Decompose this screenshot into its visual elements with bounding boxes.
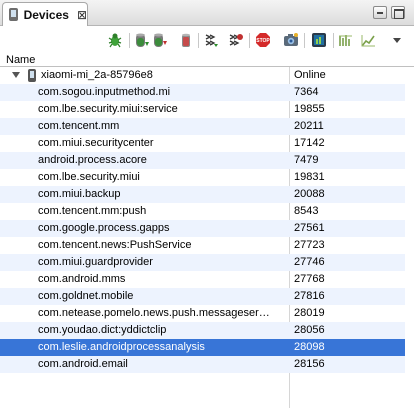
tab-devices[interactable]: Devices ⊠ (2, 2, 88, 26)
view-hierarchy-icon (312, 33, 326, 47)
list-item[interactable]: com.android.mms 27768 (0, 271, 414, 288)
toolbar-separator (198, 33, 199, 48)
column-header: Name (0, 54, 414, 67)
toolbar-separator (333, 33, 334, 48)
list-item-selected[interactable]: com.leslie.androidprocessanalysis 28098 (0, 339, 414, 356)
stop-icon: STOP (256, 33, 270, 47)
trash-icon (182, 33, 190, 47)
toolbar-separator (129, 33, 130, 48)
list-item[interactable]: com.tencent.mm 20211 (0, 118, 414, 135)
process-pid: 27561 (294, 222, 325, 234)
screen-capture-button[interactable] (283, 32, 299, 48)
list-item[interactable]: com.youdao.dict:yddictclip 28056 (0, 322, 414, 339)
minimize-button[interactable] (373, 6, 387, 19)
process-pid: 17142 (294, 137, 325, 149)
devices-toolbar: STOP (0, 26, 414, 54)
close-icon[interactable]: ⊠ (77, 8, 87, 22)
device-status: Online (294, 69, 326, 81)
process-name: android.process.acore (38, 154, 147, 166)
process-name: com.miui.backup (38, 188, 121, 200)
process-name: com.tencent.mm (38, 120, 120, 132)
list-item[interactable]: com.goldnet.mobile 27816 (0, 288, 414, 305)
process-name: com.sogou.inputmethod.mi (38, 86, 171, 98)
camera-icon (284, 33, 298, 46)
tab-devices-label: Devices (23, 7, 69, 22)
process-pid: 20211 (294, 120, 324, 132)
device-icon (7, 8, 19, 21)
view-tab-bar: Devices ⊠ (0, 0, 414, 26)
process-pid: 7364 (294, 86, 319, 98)
list-item[interactable]: com.android.email 28156 (0, 356, 414, 373)
toolbar-separator (249, 33, 250, 48)
list-item[interactable]: com.netease.pomelo.news.push.messageser…… (0, 305, 414, 322)
update-heap-button[interactable] (134, 32, 150, 48)
expand-twisty-icon[interactable] (12, 72, 20, 78)
list-item[interactable]: android.process.acore 7479 (0, 152, 414, 169)
process-pid: 27768 (294, 273, 325, 285)
process-pid: 7479 (294, 154, 319, 166)
process-pid: 27816 (294, 290, 325, 302)
opengl-trace-icon (361, 35, 375, 47)
process-name: com.goldnet.mobile (38, 290, 134, 302)
process-name: com.lbe.security.miui:service (38, 103, 178, 115)
view-menu-button[interactable] (389, 32, 405, 48)
process-name: com.leslie.androidprocessanalysis (38, 341, 205, 353)
list-item[interactable]: com.google.process.gapps 27561 (0, 220, 414, 237)
dump-view-hierarchy-button[interactable] (311, 32, 327, 48)
systrace-button[interactable] (338, 32, 354, 48)
hprof-icon (154, 33, 167, 47)
process-pid: 28019 (294, 307, 325, 319)
process-name: com.android.email (38, 358, 128, 370)
device-tree: xiaomi-mi_2a-85796e8 Online com.sogou.in… (0, 67, 414, 408)
process-name: com.android.mms (38, 273, 126, 285)
start-method-profiling-button[interactable] (228, 32, 244, 48)
bug-icon (108, 33, 122, 48)
update-threads-button[interactable] (204, 32, 220, 48)
device-icon (28, 69, 36, 82)
process-pid: 27723 (294, 239, 325, 251)
device-name: xiaomi-mi_2a-85796e8 (41, 69, 153, 81)
process-pid: 28098 (294, 341, 325, 353)
list-item[interactable]: com.tencent.news:PushService 27723 (0, 237, 414, 254)
list-item[interactable]: com.miui.guardprovider 27746 (0, 254, 414, 271)
toolbar-separator (304, 33, 305, 48)
process-name: com.lbe.security.miui (38, 171, 140, 183)
vertical-scrollbar[interactable] (405, 67, 414, 408)
process-pid: 20088 (294, 188, 325, 200)
dump-hprof-button[interactable] (152, 32, 168, 48)
cause-gc-button[interactable] (178, 32, 194, 48)
process-pid: 28156 (294, 358, 325, 370)
opengl-trace-button[interactable] (360, 32, 376, 48)
list-item[interactable]: com.lbe.security.miui 19831 (0, 169, 414, 186)
process-name: com.miui.securitycenter (38, 137, 154, 149)
process-name: com.netease.pomelo.news.push.messageser… (38, 307, 270, 319)
method-profiling-icon (229, 34, 243, 46)
list-item[interactable]: com.miui.securitycenter 17142 (0, 135, 414, 152)
process-name: com.google.process.gapps (38, 222, 170, 234)
process-name: com.youdao.dict:yddictclip (38, 324, 167, 336)
list-item[interactable]: com.lbe.security.miui:service 19855 (0, 101, 414, 118)
process-name: com.miui.guardprovider (38, 256, 153, 268)
systrace-icon (339, 35, 352, 46)
maximize-button[interactable] (391, 6, 405, 19)
svg-text:STOP: STOP (256, 38, 270, 44)
process-pid: 28056 (294, 324, 325, 336)
list-item[interactable]: com.tencent.mm:push 8543 (0, 203, 414, 220)
process-name: com.tencent.mm:push (38, 205, 147, 217)
process-name: com.tencent.news:PushService (38, 239, 192, 251)
device-row[interactable]: xiaomi-mi_2a-85796e8 Online (0, 67, 414, 84)
process-pid: 8543 (294, 205, 319, 217)
stop-process-button[interactable]: STOP (255, 32, 271, 48)
heap-icon (136, 33, 149, 47)
chevron-down-icon (393, 38, 401, 43)
process-pid: 19855 (294, 103, 325, 115)
debug-process-button[interactable] (107, 32, 123, 48)
column-header-name[interactable]: Name (6, 54, 35, 66)
process-pid: 27746 (294, 256, 325, 268)
process-pid: 19831 (294, 171, 325, 183)
list-item[interactable]: com.sogou.inputmethod.mi 7364 (0, 84, 414, 101)
threads-icon (205, 34, 218, 47)
list-item[interactable]: com.miui.backup 20088 (0, 186, 414, 203)
